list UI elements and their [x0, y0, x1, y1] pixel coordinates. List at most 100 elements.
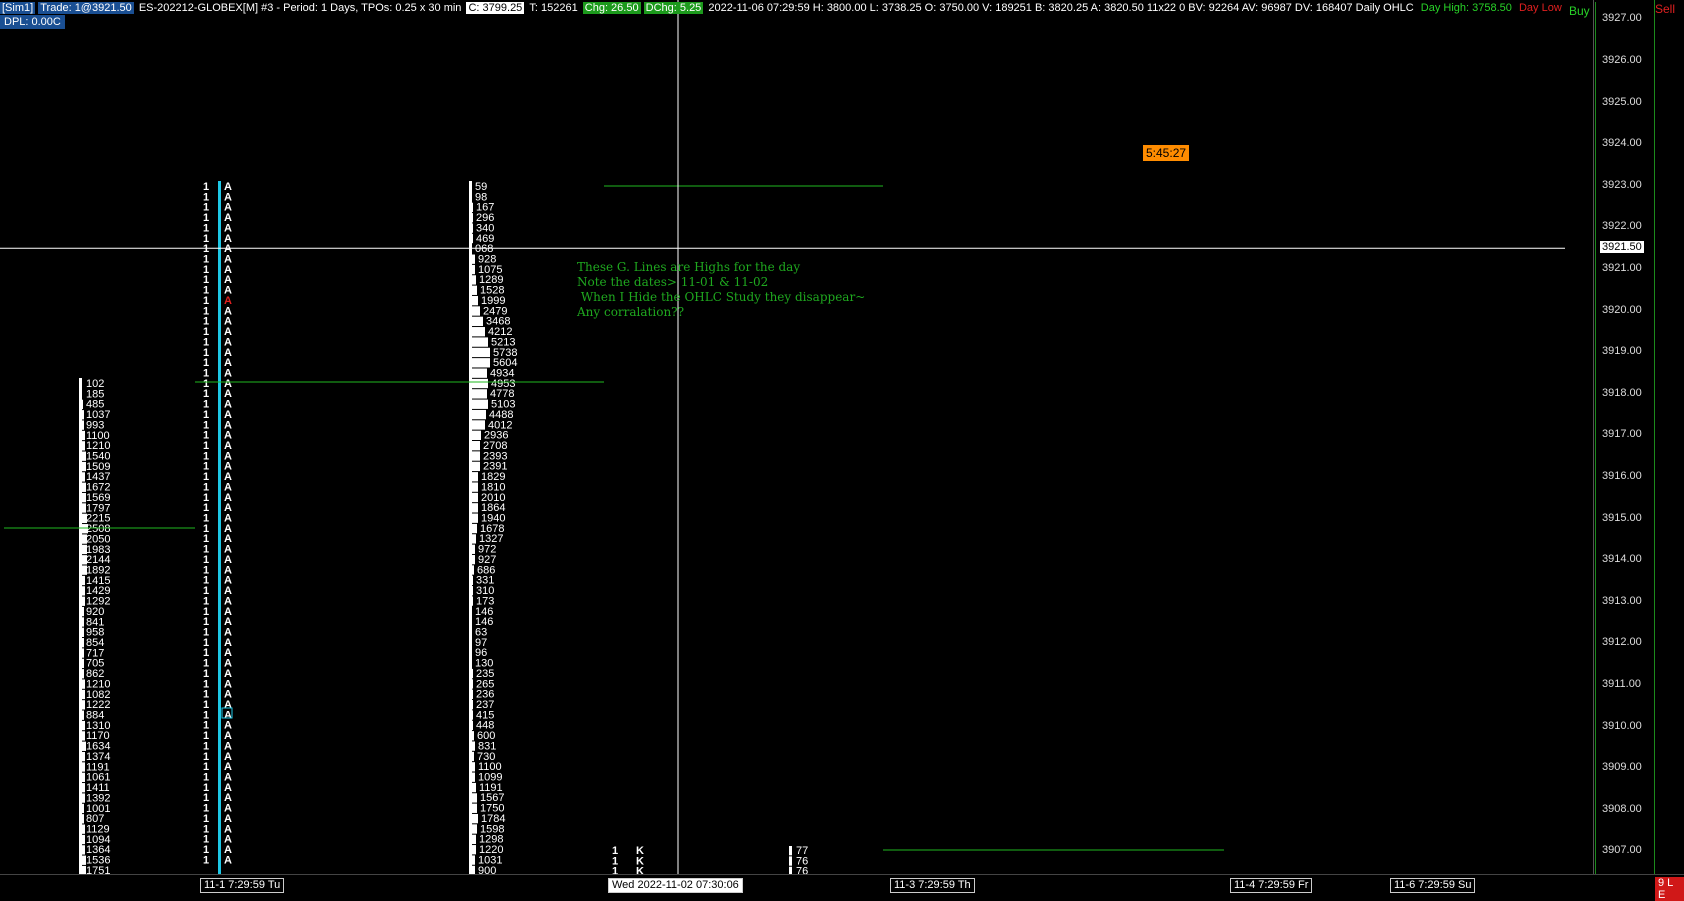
left-volume-bar: [79, 803, 84, 814]
mid-volume-bar: [469, 275, 476, 285]
mid-volume-bar: [469, 554, 475, 565]
mid-volume-bar: [469, 523, 477, 534]
price-tick-label: 3913.00: [1602, 594, 1642, 607]
left-volume-bar: [79, 783, 85, 793]
left-volume-bar: [79, 379, 82, 389]
time-axis[interactable]: 11-1 7:29:59 Tu Wed 2022-11-02 07:30:06 11…: [0, 874, 1684, 895]
left-volume-bar: [79, 834, 85, 845]
mid-volume-bar: [469, 451, 480, 461]
mid-volume-bar: [469, 254, 475, 264]
mid-volume-bar: [469, 793, 477, 803]
left-volume-bar: [79, 420, 84, 430]
mid-volume-bar: [469, 192, 472, 202]
left-volume-bar: [79, 503, 86, 513]
mid-volume-bar: [469, 731, 474, 741]
left-volume-label: 1751: [86, 865, 110, 874]
price-tick-label: 3912.00: [1602, 636, 1642, 649]
mid-volume-bar: [469, 596, 473, 606]
mid-volume-bar: [469, 399, 488, 409]
daily-change-value: DChg: 5.25: [643, 2, 704, 14]
left-volume-bar: [79, 741, 86, 751]
mid-volume-bar: [469, 223, 473, 233]
price-tick-label: 3910.00: [1602, 719, 1642, 732]
sell-divider: [1654, 0, 1655, 874]
left-volume-bar: [79, 410, 84, 420]
left-volume-bar: [79, 648, 84, 658]
left-volume-bar: [79, 627, 84, 637]
left-volume-bar: [79, 461, 86, 472]
left-volume-bar: [79, 855, 86, 865]
left-volume-bar: [79, 824, 85, 834]
mid-volume-bar: [469, 700, 473, 710]
left-volume-bar: [79, 772, 85, 783]
mid-volume-bar: [469, 492, 478, 503]
buy-column[interactable]: Buy: [1565, 2, 1596, 874]
left-volume-bar: [79, 638, 84, 648]
price-tick-label: 3925.00: [1602, 95, 1642, 108]
left-volume-bar: [79, 793, 85, 803]
left-volume-bar: [79, 751, 85, 762]
left-volume-bar: [79, 430, 85, 441]
time-axis-label: Wed 2022-11-02 07:30:06: [608, 878, 743, 893]
chart-canvas[interactable]: 1021854851037993110012101540150914371672…: [0, 0, 1565, 874]
mid-volume-bar: [469, 264, 475, 275]
left-volume-bar: [79, 731, 85, 741]
k-tpo-letter: K: [636, 866, 644, 874]
price-tick-label: 3923.00: [1602, 178, 1642, 191]
mid-volume-bar: [469, 813, 478, 824]
chart-note-text[interactable]: These G. Lines are Highs for the day Not…: [577, 260, 865, 320]
left-volume-bar: [79, 606, 84, 617]
mid-volume-bar: [469, 430, 481, 440]
buy-label[interactable]: Buy: [1565, 2, 1595, 20]
mid-volume-bar: [469, 772, 475, 782]
time-axis-label: 11-3 7:29:59 Th: [890, 878, 975, 893]
left-volume-bar: [79, 451, 86, 461]
right-volume-label: 76: [796, 866, 808, 874]
mid-volume-bar: [469, 420, 485, 430]
k-tpo-count: 1: [612, 866, 618, 874]
price-axis[interactable]: 3927.00 3926.00 3925.00 3924.00 3923.00 3922.…: [1593, 0, 1656, 874]
mid-volume-bar: [469, 461, 480, 472]
mid-volume-bar: [469, 306, 480, 316]
price-tick-label: 3917.00: [1602, 428, 1642, 441]
mid-volume-bar: [469, 834, 476, 845]
trade-info: Trade: 1@3921.50: [38, 2, 134, 14]
left-volume-bar: [79, 710, 84, 720]
chart-header: [Sim1] Trade: 1@3921.50 ES-202212-GLOBEX…: [0, 0, 1564, 16]
current-price-label: 3921.50: [1600, 241, 1644, 254]
price-tick-label: 3924.00: [1602, 137, 1642, 150]
mid-volume-bar: [469, 441, 480, 451]
left-volume-bar: [79, 865, 86, 874]
price-tick-label: 3920.00: [1602, 303, 1642, 316]
time-axis-label: 11-1 7:29:59 Tu: [200, 878, 285, 893]
sim-account: [Sim1]: [0, 2, 36, 14]
price-tick-label: 3918.00: [1602, 386, 1642, 399]
mid-volume-bar: [469, 295, 478, 306]
mid-volume-bar: [469, 378, 488, 389]
mid-volume-bar: [469, 482, 478, 492]
left-volume-bar: [79, 472, 85, 482]
right-volume-bar: [789, 856, 792, 866]
mid-volume-bar: [469, 762, 475, 772]
price-tick-label: 3921.00: [1602, 262, 1642, 274]
mid-volume-bar: [469, 202, 473, 213]
left-volume-bar: [79, 617, 84, 627]
chart-area[interactable]: 102 185 485 1037 993 1100 1210 1540 1509 1437 1672…: [0, 0, 1565, 874]
mid-volume-bar: [469, 472, 478, 482]
price-tick-label: 3907.00: [1602, 844, 1642, 857]
mid-volume-bar: [469, 741, 475, 751]
mid-volume-bar: [469, 534, 476, 544]
price-tick-label: 3922.00: [1602, 220, 1642, 233]
mid-volume-bar: [469, 244, 472, 254]
mid-volume-bar: [469, 182, 472, 192]
price-tick-label: 3919.00: [1602, 345, 1642, 358]
mid-volume-label: 900: [478, 865, 496, 874]
time-axis-label: 11-4 7:29:59 Fr: [1230, 878, 1313, 893]
mid-volume-bar: [469, 617, 472, 627]
sell-label[interactable]: Sell: [1655, 2, 1675, 16]
mid-volume-bar: [469, 689, 473, 699]
tick-count: T: 152261: [529, 2, 578, 14]
left-volume-bar: [79, 720, 85, 731]
mid-volume-bar: [469, 855, 475, 865]
left-volume-bar: [79, 689, 85, 700]
